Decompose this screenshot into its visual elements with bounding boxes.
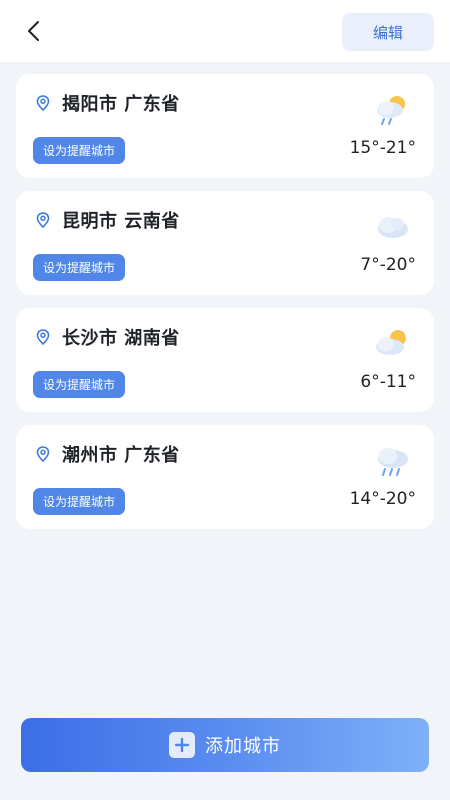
- set-reminder-city-button[interactable]: 设为提醒城市: [33, 254, 126, 281]
- location-pin-icon: [36, 329, 50, 345]
- edit-button[interactable]: 编辑: [342, 13, 434, 51]
- plus-icon: [169, 732, 195, 758]
- set-reminder-city-button[interactable]: 设为提醒城市: [33, 488, 126, 515]
- temperature-range: 7°-20°: [360, 255, 416, 275]
- partly-cloudy-icon: [376, 330, 406, 355]
- city-name: 昆明市 云南省: [62, 211, 180, 232]
- temperature-range: 14°-20°: [349, 489, 416, 509]
- add-city-button[interactable]: 添加城市: [21, 718, 429, 772]
- location-pin-icon: [36, 212, 50, 228]
- partly-cloudy-rain-icon: [377, 96, 405, 125]
- city-card[interactable]: 揭阳市 广东省 设为提醒城市 15°-21°: [16, 74, 434, 178]
- top-bar: 编辑: [0, 0, 450, 62]
- temperature-range: 6°-11°: [360, 372, 416, 392]
- city-name: 揭阳市 广东省: [62, 94, 180, 115]
- set-reminder-city-button[interactable]: 设为提醒城市: [33, 137, 126, 164]
- add-city-label: 添加城市: [205, 736, 281, 757]
- location-pin-icon: [36, 95, 50, 111]
- chevron-left-icon: [28, 21, 39, 41]
- city-card[interactable]: 长沙市 湖南省 设为提醒城市 6°-11°: [16, 308, 434, 412]
- back-button[interactable]: [18, 16, 48, 46]
- set-reminder-city-button[interactable]: 设为提醒城市: [33, 371, 126, 398]
- city-name: 长沙市 湖南省: [62, 328, 180, 349]
- temperature-range: 15°-21°: [349, 138, 416, 158]
- city-card[interactable]: 昆明市 云南省 设为提醒城市 7°-20°: [16, 191, 434, 295]
- city-name: 潮州市 广东省: [62, 445, 180, 466]
- city-list: 揭阳市 广东省 设为提醒城市 15°-21° 昆明市 云南省 设为提醒城市 7°…: [16, 74, 434, 542]
- cloudy-icon: [378, 217, 408, 238]
- location-pin-icon: [36, 446, 50, 462]
- city-card[interactable]: 潮州市 广东省 设为提醒城市 14°-20°: [16, 425, 434, 529]
- rain-icon: [378, 448, 408, 476]
